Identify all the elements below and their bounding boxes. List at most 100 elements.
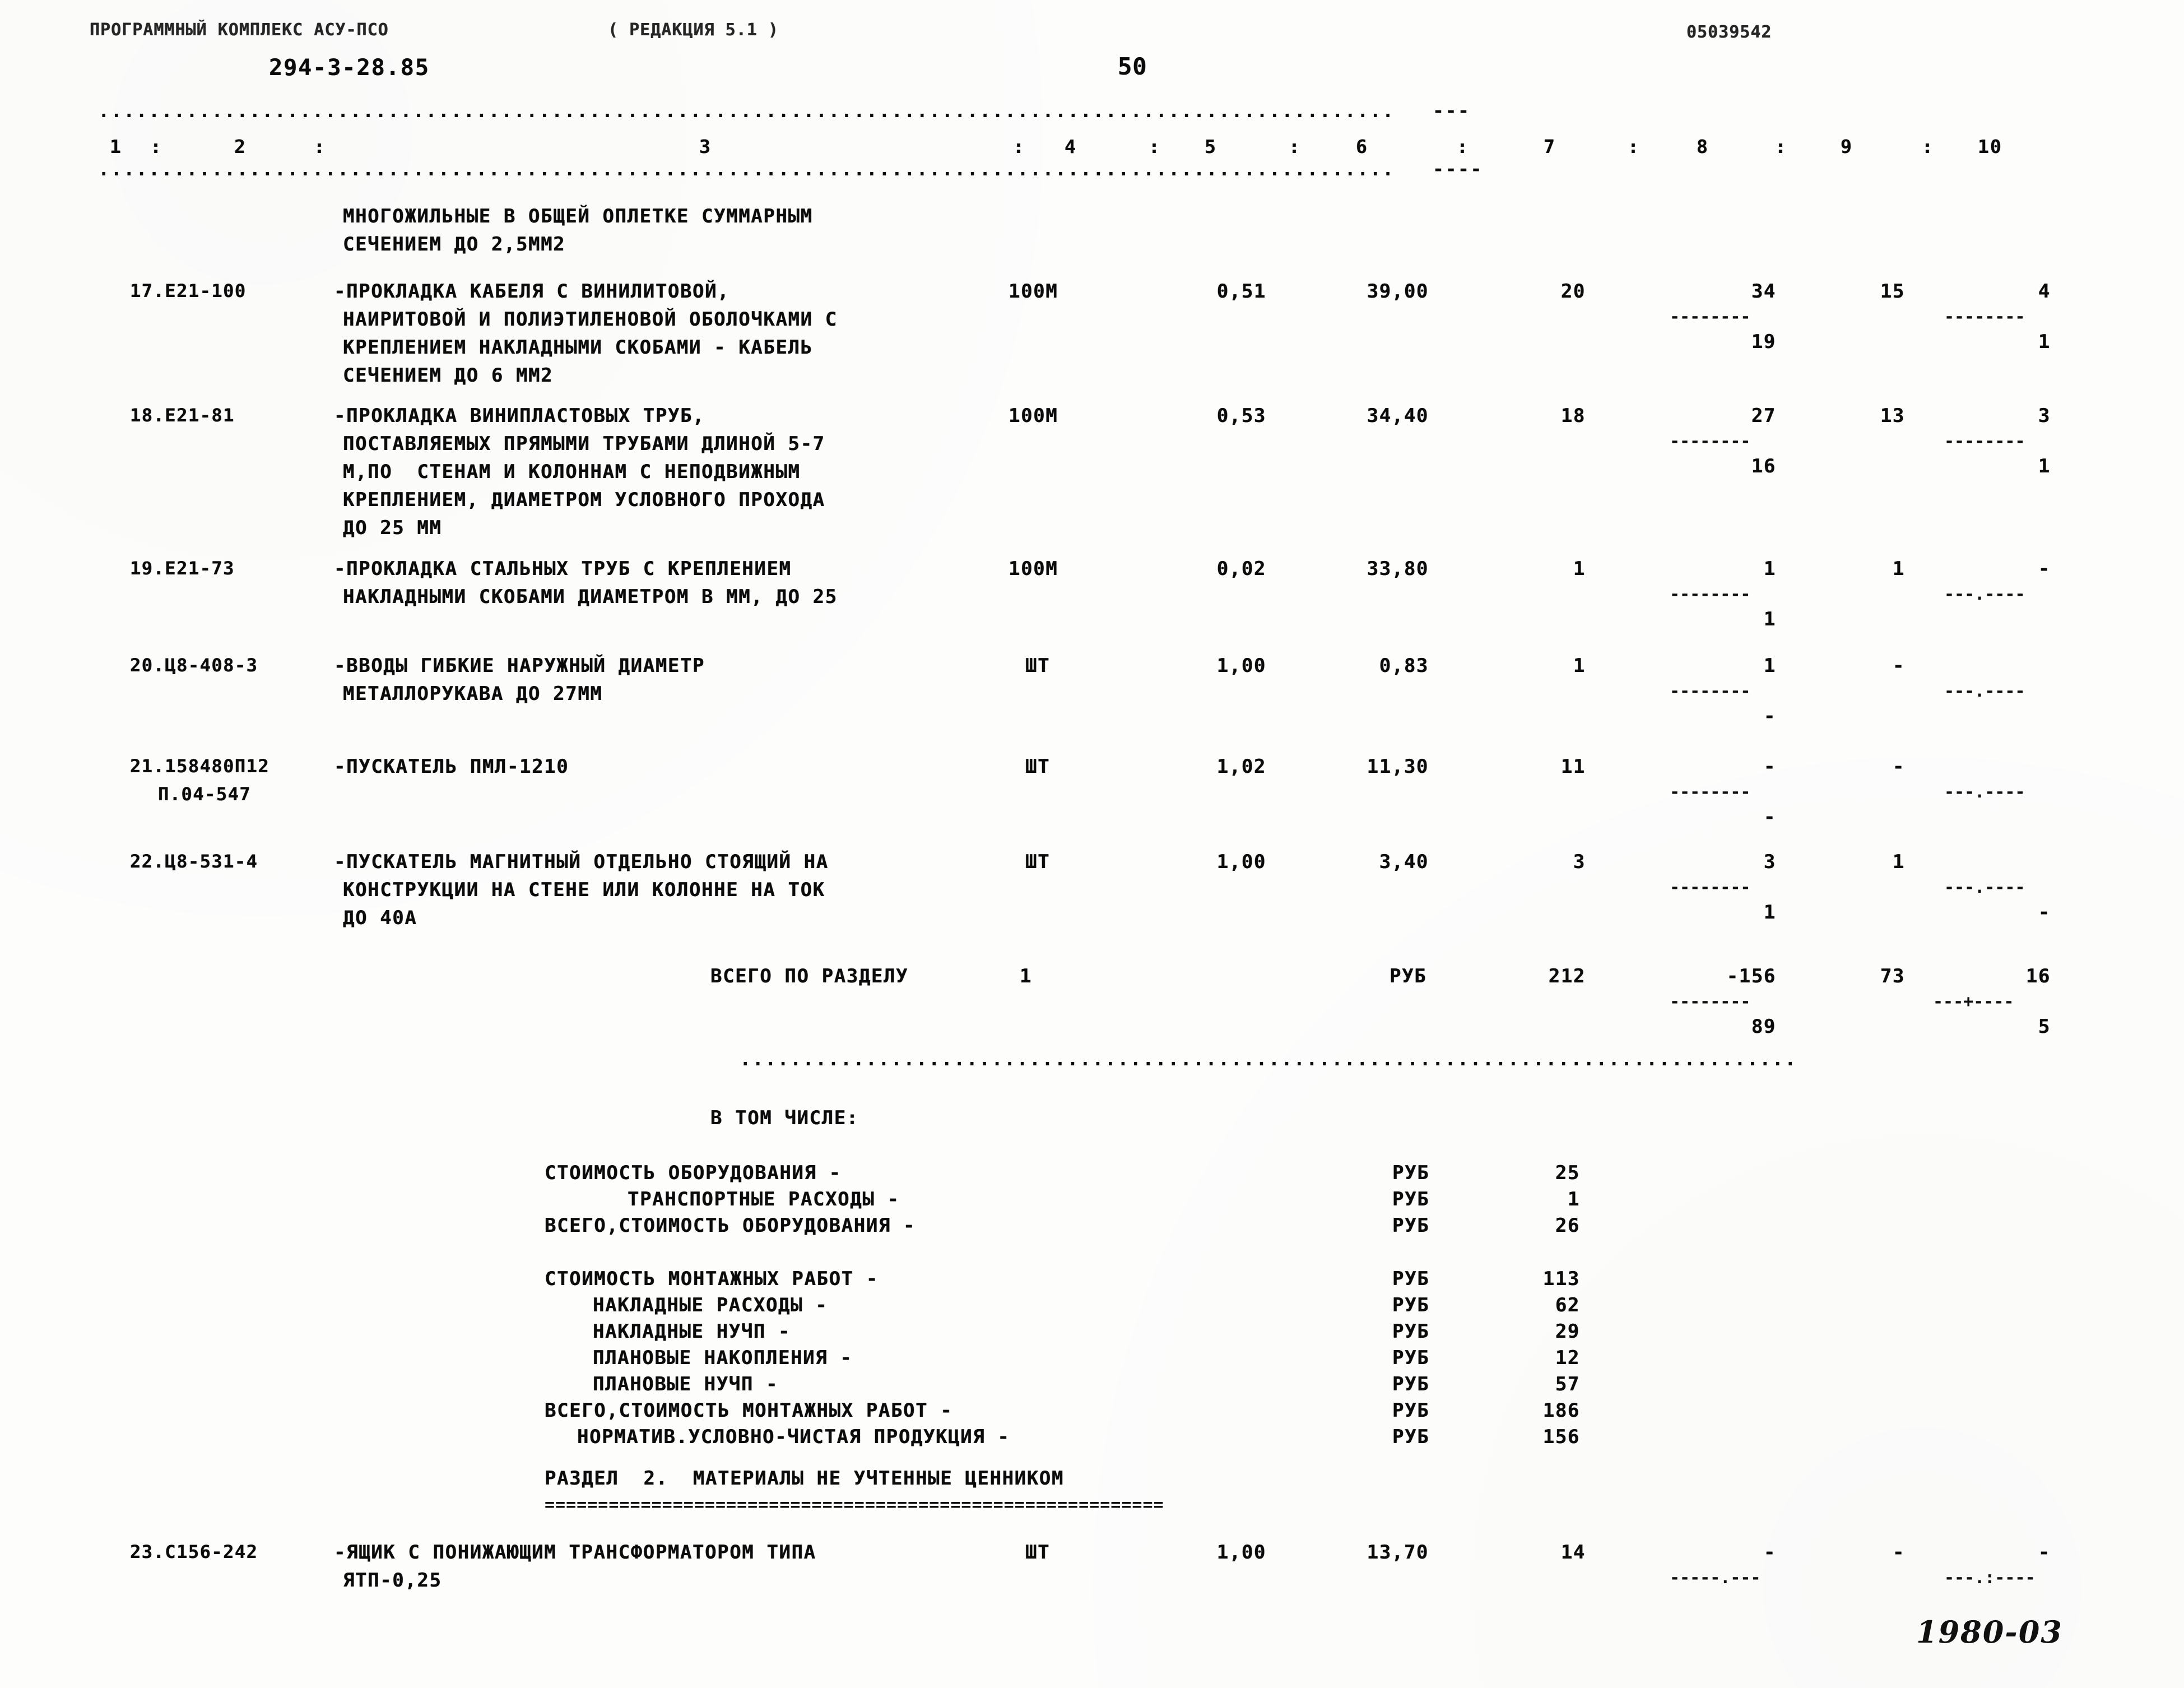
row-price: 34,40 xyxy=(1367,405,1429,427)
row-col10-divider: ---.---- xyxy=(1944,782,2025,802)
column-sep-7: : xyxy=(1628,136,1640,157)
row-unit: ШТ xyxy=(1025,851,1051,873)
row-desc-line: КРЕПЛЕНИЕМ, ДИАМЕТРОМ УСЛОВНОГО ПРОХОДА xyxy=(343,489,825,511)
section-total-col10-divider: ---+---- xyxy=(1933,992,2014,1012)
row-col7: 3 xyxy=(1573,851,1586,873)
row-col8-divider: -------- xyxy=(1670,878,1751,897)
row-col10-bottom: - xyxy=(2038,901,2051,924)
row-col8-top: - xyxy=(1763,1541,1776,1564)
row-desc-line: -ЯЩИК С ПОНИЖАЮЩИМ ТРАНСФОРМАТОРОМ ТИПА xyxy=(334,1541,816,1564)
breakdown-unit: РУБ xyxy=(1392,1294,1430,1316)
column-header-1: 1 xyxy=(110,136,122,157)
row-price: 11,30 xyxy=(1367,755,1429,778)
breakdown-label: ТРАНСПОРТНЫЕ РАСХОДЫ - xyxy=(628,1188,900,1211)
section-total-col8-divider: -------- xyxy=(1670,992,1751,1012)
breakdown-unit: РУБ xyxy=(1392,1188,1430,1211)
column-header-8: 8 xyxy=(1697,136,1709,157)
column-sep-4: : xyxy=(1149,136,1161,157)
row-col8-divider: -------- xyxy=(1670,307,1751,327)
column-header-9: 9 xyxy=(1841,136,1853,157)
breakdown-value: 113 xyxy=(1542,1268,1580,1290)
row-qty: 0,02 xyxy=(1216,558,1266,580)
row-col8-top: 1 xyxy=(1763,558,1776,580)
section-total-label: ВСЕГО ПО РАЗДЕЛУ xyxy=(710,965,909,987)
column-sep-8: : xyxy=(1775,136,1787,157)
breakdown-label: СТОИМОСТЬ ОБОРУДОВАНИЯ - xyxy=(545,1162,842,1184)
section-total-col10-top: 16 xyxy=(2025,965,2051,987)
row-desc-line: -ПРОКЛАДКА ВИНИПЛАСТОВЫХ ТРУБ, xyxy=(334,405,705,427)
intro-line-2: СЕЧЕНИЕМ ДО 2,5ММ2 xyxy=(343,233,566,256)
row-col8-divider: -----.--- xyxy=(1670,1568,1761,1588)
program-header: ПРОГРАММНЫЙ КОМПЛЕКС АСУ-ПСО xyxy=(90,20,389,40)
breakdown-value: 29 xyxy=(1555,1320,1580,1343)
row-desc-line: НАКЛАДНЫМИ СКОБАМИ ДИАМЕТРОМ В ММ, ДО 25 xyxy=(343,586,838,608)
row-col10-divider: ---.---- xyxy=(1944,585,2025,604)
row-desc-line: М,ПО СТЕНАМ И КОЛОННАМ С НЕПОДВИЖНЫМ xyxy=(343,461,801,483)
row-col8-top: 1 xyxy=(1763,655,1776,677)
breakdown-value: 12 xyxy=(1555,1347,1580,1369)
row-col8-top: - xyxy=(1763,755,1776,778)
row-desc-line: СЕЧЕНИЕМ ДО 6 ММ2 xyxy=(343,364,554,387)
row-col8-bottom: - xyxy=(1763,806,1776,828)
breakdown-label: НОРМАТИВ.УСЛОВНО-ЧИСТАЯ ПРОДУКЦИЯ - xyxy=(577,1426,1010,1448)
row-code: 21.158480П12 xyxy=(130,755,270,777)
row-col9: 13 xyxy=(1880,405,1905,427)
row-col8-top: 3 xyxy=(1763,851,1776,873)
breakdown-label: НАКЛАДНЫЕ РАСХОДЫ - xyxy=(593,1294,828,1316)
row-col8-top: 27 xyxy=(1751,405,1776,427)
row-desc-line: КОНСТРУКЦИИ НА СТЕНЕ ИЛИ КОЛОННЕ НА ТОК xyxy=(343,879,825,901)
row-price: 3,40 xyxy=(1379,851,1429,873)
row-price: 39,00 xyxy=(1367,280,1429,303)
section-total-col7: 212 xyxy=(1548,965,1586,987)
row-desc-line: ДО 40А xyxy=(343,907,417,929)
row-col10-top: - xyxy=(2038,558,2051,580)
breakdown-unit: РУБ xyxy=(1392,1373,1430,1395)
row-unit: 100М xyxy=(1009,558,1058,580)
row-col9: - xyxy=(1892,1541,1905,1564)
row-code: 17.Е21-100 xyxy=(130,280,247,302)
row-col10-top: - xyxy=(2038,1541,2051,1564)
row-col7: 1 xyxy=(1573,558,1586,580)
column-header-2: 2 xyxy=(234,136,247,157)
section2-underline: ========================================… xyxy=(545,1495,1164,1515)
scanned-page: ПРОГРАММНЫЙ КОМПЛЕКС АСУ-ПСО ( РЕДАКЦИЯ … xyxy=(0,0,2184,1688)
breakdown-value: 186 xyxy=(1542,1399,1580,1422)
row-col10-top: 3 xyxy=(2038,405,2051,427)
row-code: 18.Е21-81 xyxy=(130,405,235,426)
column-sep-3: : xyxy=(1013,136,1025,157)
row-col10-bottom: 1 xyxy=(2038,331,2051,353)
row-col8-divider: -------- xyxy=(1670,585,1751,604)
breakdown-value: 57 xyxy=(1555,1373,1580,1395)
row-desc-line: -ПРОКЛАДКА КАБЕЛЯ С ВИНИЛИТОВОЙ, xyxy=(334,280,730,303)
row-desc-line: ПОСТАВЛЯЕМЫХ ПРЯМЫМИ ТРУБАМИ ДЛИНОЙ 5-7 xyxy=(343,433,825,455)
row-qty: 1,00 xyxy=(1216,655,1266,677)
row-price: 0,83 xyxy=(1379,655,1429,677)
breakdown-unit: РУБ xyxy=(1392,1320,1430,1343)
row-qty: 0,53 xyxy=(1216,405,1266,427)
row-code: 23.С156-242 xyxy=(130,1541,258,1562)
column-sep-9: : xyxy=(1922,136,1934,157)
row-col8-bottom: 19 xyxy=(1751,331,1776,353)
row-col10-bottom: 1 xyxy=(2038,455,2051,477)
row-col7: 11 xyxy=(1560,755,1586,778)
row-col8-bottom: 1 xyxy=(1763,608,1776,630)
row-col10-divider: -------- xyxy=(1944,307,2025,327)
section-total-col10-bottom: 5 xyxy=(2038,1015,2051,1038)
section2-title: РАЗДЕЛ 2. МАТЕРИАЛЫ НЕ УЧТЕННЫЕ ЦЕННИКОМ xyxy=(545,1467,1064,1490)
column-sep-1: : xyxy=(150,136,162,157)
row-col9: 15 xyxy=(1880,280,1905,303)
column-header-3: 3 xyxy=(699,136,712,157)
column-header-5: 5 xyxy=(1205,136,1217,157)
row-col10-divider: -------- xyxy=(1944,432,2025,451)
row-col9: - xyxy=(1892,655,1905,677)
section-total-col9: 73 xyxy=(1880,965,1905,987)
row-col7: 20 xyxy=(1560,280,1586,303)
job-code: 05039542 xyxy=(1686,22,1772,42)
breakdown-unit: РУБ xyxy=(1392,1426,1430,1448)
breakdown-unit: РУБ xyxy=(1392,1399,1430,1422)
row-col10-divider: ---.:---- xyxy=(1944,1568,2036,1588)
breakdown-heading: В ТОМ ЧИСЛЕ: xyxy=(710,1107,859,1129)
table-rule-bottom: ........................................… xyxy=(98,158,1483,180)
row-desc-line: НАИРИТОВОЙ И ПОЛИЭТИЛЕНОВОЙ ОБОЛОЧКАМИ С xyxy=(343,308,838,331)
breakdown-unit: РУБ xyxy=(1392,1268,1430,1290)
